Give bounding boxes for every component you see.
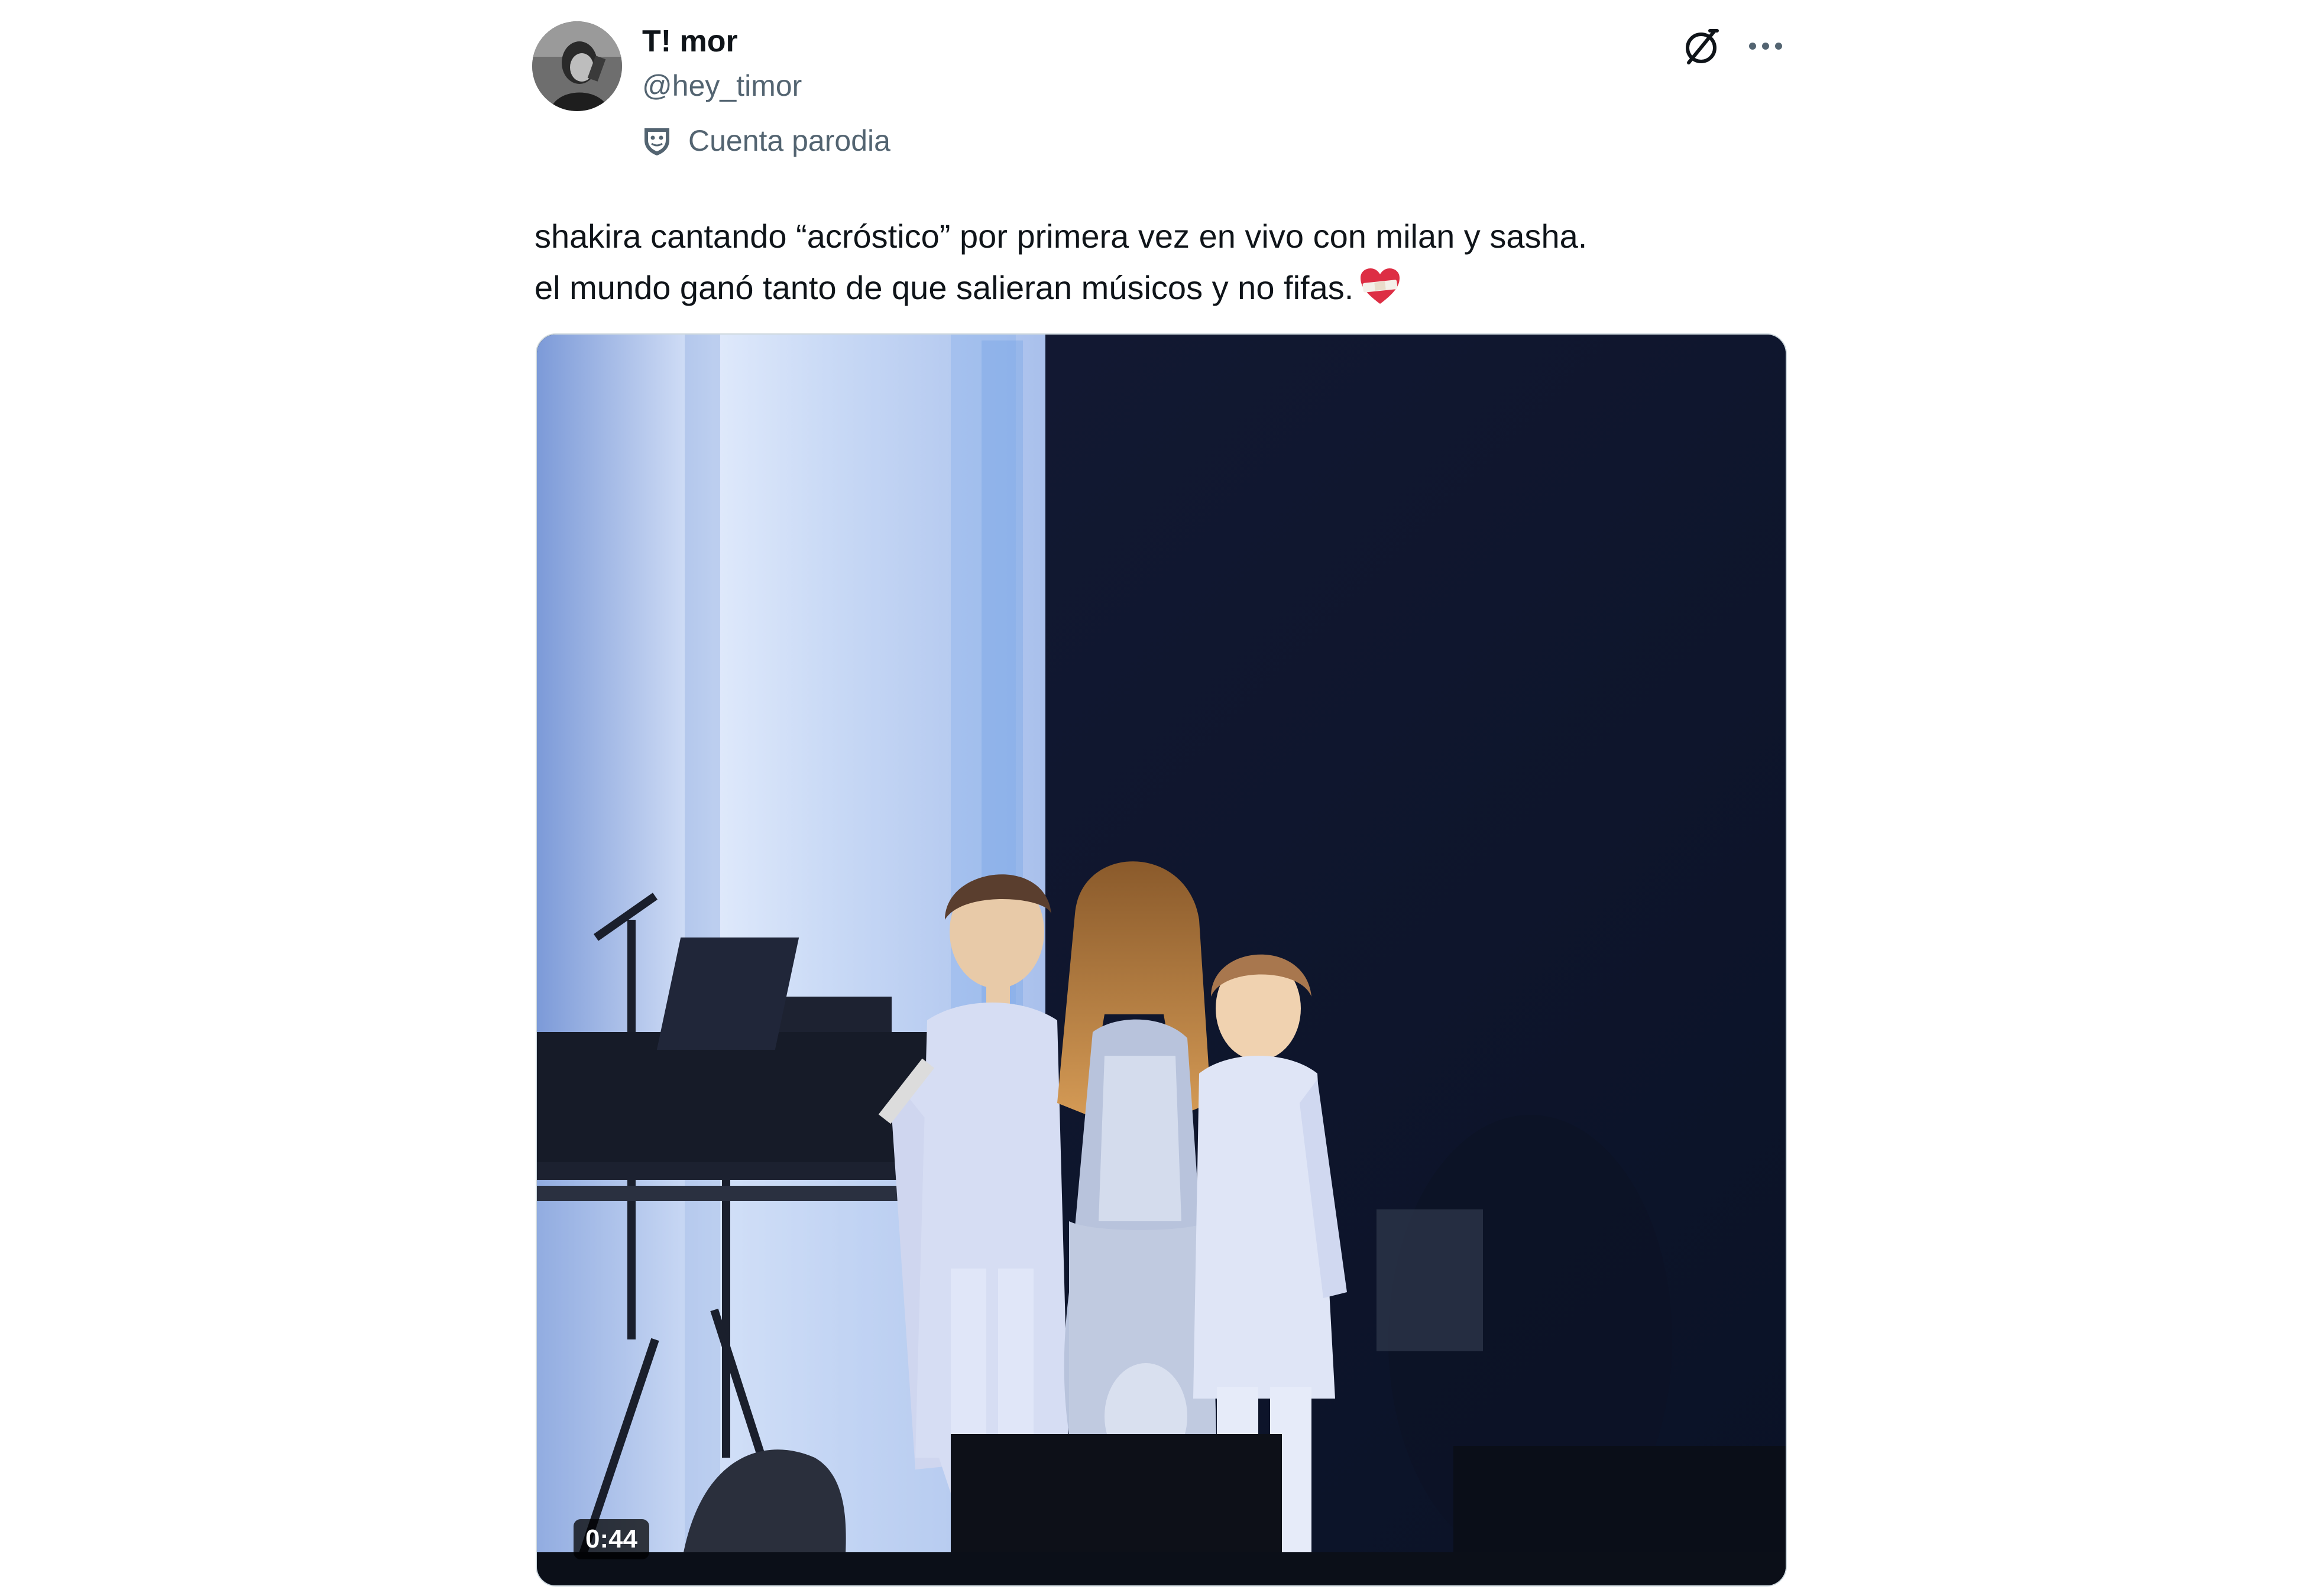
tweet-text-line-2-content: el mundo ganó tanto de que salieran músi… [535,269,1354,306]
parody-label-text: Cuenta parodia [688,124,890,157]
parody-account-label: Cuenta parodia [642,123,890,158]
author-avatar[interactable] [532,21,622,111]
video-thumbnail [537,335,1786,1585]
author-display-name[interactable]: T! mor [642,26,738,57]
heart-with-bandage-icon [1361,268,1400,304]
tweet-text-line-1: shakira cantando “acróstico” por primera… [535,218,1588,255]
tweet-text-line-2: el mundo ganó tanto de que salieran músi… [535,262,1788,313]
avatar-photo-icon [532,21,622,111]
author-handle[interactable]: @hey_timor [642,71,802,100]
tweet-card: T! mor @hey_timor Cuenta parodia shakira… [532,18,1789,1587]
more-options-icon[interactable] [1744,25,1787,67]
video-player[interactable]: 0:44 [536,333,1787,1587]
grok-slashed-circle-icon[interactable] [1679,25,1723,69]
video-duration-badge: 0:44 [574,1519,650,1559]
parody-mask-icon [644,128,669,155]
tweet-text: shakira cantando “acróstico” por primera… [535,210,1788,313]
